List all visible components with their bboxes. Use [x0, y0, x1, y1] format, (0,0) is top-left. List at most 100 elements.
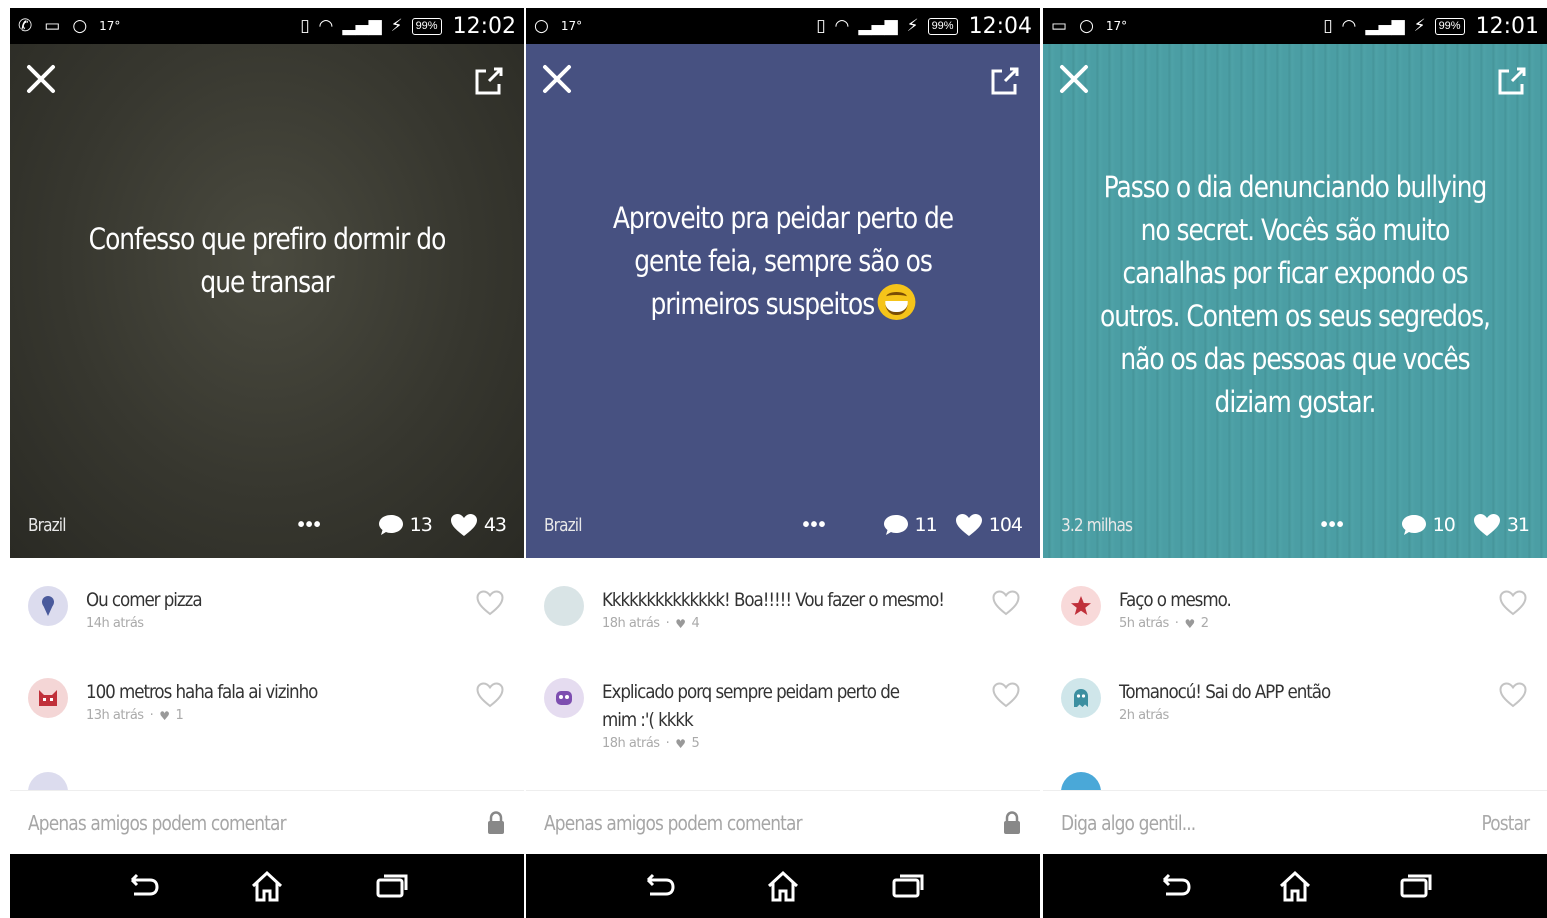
back-icon[interactable] [638, 868, 678, 904]
comment-time: 2h atrás [1119, 708, 1169, 723]
comment-input-bar: Apenas amigos podem comentar [10, 790, 524, 854]
card-footer: 3.2 milhas ••• 10 31 [1061, 510, 1530, 540]
ice-cream-icon [28, 586, 68, 626]
comment-bubble-icon [883, 515, 908, 535]
comment-likes: 1 [175, 708, 184, 723]
heart-outline-icon[interactable] [992, 590, 1020, 616]
recent-apps-icon[interactable] [888, 868, 928, 904]
signal-icon: ▂▄▆ [342, 15, 382, 36]
avatar [1061, 772, 1101, 790]
clock: 12:02 [452, 13, 516, 39]
comment-input[interactable]: Diga algo gentil... [1061, 811, 1411, 835]
image-icon: ▭ [1051, 15, 1068, 36]
comment-text: Kkkkkkkkkkkkkk! Boa!!!!! Vou fazer o mes… [602, 589, 945, 611]
recent-apps-icon[interactable] [372, 868, 412, 904]
comment-list: Kkkkkkkkkkkkkk! Boa!!!!! Vou fazer o mes… [526, 558, 1040, 790]
recent-apps-icon[interactable] [1396, 868, 1436, 904]
comment-item: Ou comer pizza 14h atrás [28, 586, 506, 631]
demon-icon [28, 678, 68, 718]
small-heart-icon: ♥ [675, 736, 686, 751]
home-icon[interactable] [247, 868, 287, 904]
comment-input-bar: Diga algo gentil... Postar [1043, 790, 1547, 854]
comment-text: Explicado porq sempre peidam perto de mi… [602, 681, 900, 731]
home-icon[interactable] [763, 868, 803, 904]
location-label: Brazil [28, 514, 66, 536]
chat-icon: ○ [1079, 15, 1094, 36]
heart-outline-icon[interactable] [1499, 590, 1527, 616]
like-count[interactable]: 43 [450, 513, 507, 537]
heart-icon [955, 514, 982, 536]
secret-text-container: Aproveito pra peidar perto de gente feia… [583, 44, 984, 478]
card-footer: Brazil ••• 11 104 [544, 510, 1023, 540]
status-bar: ○ 17° ▯ ◠ ▂▄▆ ⚡ 99% 12:04 [526, 8, 1040, 44]
close-icon[interactable] [24, 62, 58, 96]
comment-bubble-icon [378, 515, 403, 535]
secret-card: Confesso que prefiro dormir do que trans… [10, 44, 524, 558]
heart-outline-icon[interactable] [476, 590, 504, 616]
comment-input[interactable]: Apenas amigos podem comentar [28, 811, 417, 835]
navigation-bar [526, 854, 1040, 918]
comment-likes: 5 [691, 736, 700, 751]
more-options-icon[interactable]: ••• [298, 514, 322, 537]
heart-outline-icon[interactable] [992, 682, 1020, 708]
distance-label: 3.2 milhas [1061, 514, 1133, 536]
comment-text: Faço o mesmo. [1119, 589, 1232, 611]
vibrate-icon: ▯ [1323, 15, 1333, 36]
post-button[interactable]: Postar [1481, 811, 1530, 835]
back-icon[interactable] [1154, 868, 1194, 904]
chat-icon: ○ [534, 15, 549, 36]
temperature: 17° [99, 19, 121, 33]
comment-count[interactable]: 10 [1401, 513, 1456, 537]
image-icon: ▭ [44, 15, 61, 36]
share-icon[interactable] [988, 64, 1022, 98]
share-icon[interactable] [472, 64, 506, 98]
lock-icon [488, 810, 504, 834]
wifi-icon: ◠ [318, 15, 334, 36]
comment-item: Tomanocú! Sai do APP então 2h atrás [1061, 678, 1529, 723]
vibrate-icon: ▯ [300, 15, 310, 36]
navigation-bar [1043, 854, 1547, 918]
comment-count-value: 11 [914, 514, 938, 536]
more-options-icon[interactable]: ••• [803, 514, 827, 537]
small-heart-icon: ♥ [1184, 616, 1195, 631]
heart-outline-icon[interactable] [1499, 682, 1527, 708]
close-icon[interactable] [1057, 62, 1091, 96]
status-bar: ▭ ○ 17° ▯ ◠ ▂▄▆ ⚡ 99% 12:01 [1043, 8, 1547, 44]
comment-input[interactable]: Apenas amigos podem comentar [544, 811, 933, 835]
like-count-value: 43 [483, 514, 507, 536]
navigation-bar [10, 854, 524, 918]
blank-avatar-icon [544, 586, 584, 626]
like-count[interactable]: 31 [1473, 513, 1530, 537]
heart-icon [450, 514, 477, 536]
heart-outline-icon[interactable] [476, 682, 504, 708]
home-icon[interactable] [1275, 868, 1315, 904]
comment-count[interactable]: 11 [883, 513, 938, 537]
chat-icon: ○ [72, 15, 88, 36]
comment-count[interactable]: 13 [378, 513, 433, 537]
comment-text: Tomanocú! Sai do APP então [1119, 681, 1331, 703]
comment-time: 13h atrás [86, 708, 144, 723]
like-count[interactable]: 104 [955, 513, 1023, 537]
vibrate-icon: ▯ [816, 15, 826, 36]
location-label: Brazil [544, 514, 582, 536]
status-bar: ✆ ▭ ○ 17° ▯ ◠ ▂▄▆ ⚡ 99% 12:02 [10, 8, 524, 44]
secret-text: Passo o dia denunciando bullying no secr… [1100, 170, 1491, 419]
more-options-icon[interactable]: ••• [1321, 514, 1345, 537]
battery-level: 99% [411, 17, 442, 35]
star-icon [1061, 586, 1101, 626]
comment-item: 100 metros haha fala ai vizinho 13h atrá… [28, 678, 506, 723]
close-icon[interactable] [540, 62, 574, 96]
comment-time: 18h atrás [602, 616, 660, 631]
comment-list: Ou comer pizza 14h atrás 100 metros haha… [10, 558, 524, 790]
comment-item-partial [28, 772, 506, 790]
share-icon[interactable] [1495, 64, 1529, 98]
back-icon[interactable] [122, 868, 162, 904]
phone-screen-2: ○ 17° ▯ ◠ ▂▄▆ ⚡ 99% 12:04 Aproveito pra … [526, 8, 1040, 918]
ghost-icon [544, 678, 584, 718]
comment-item: Faço o mesmo. 5h atrás · ♥ 2 [1061, 586, 1529, 631]
charging-icon: ⚡ [390, 15, 403, 36]
battery-level: 99% [927, 17, 958, 35]
whatsapp-icon: ✆ [18, 15, 33, 36]
comment-item: Explicado porq sempre peidam perto de mi… [544, 678, 1022, 751]
comment-count-value: 13 [409, 514, 433, 536]
